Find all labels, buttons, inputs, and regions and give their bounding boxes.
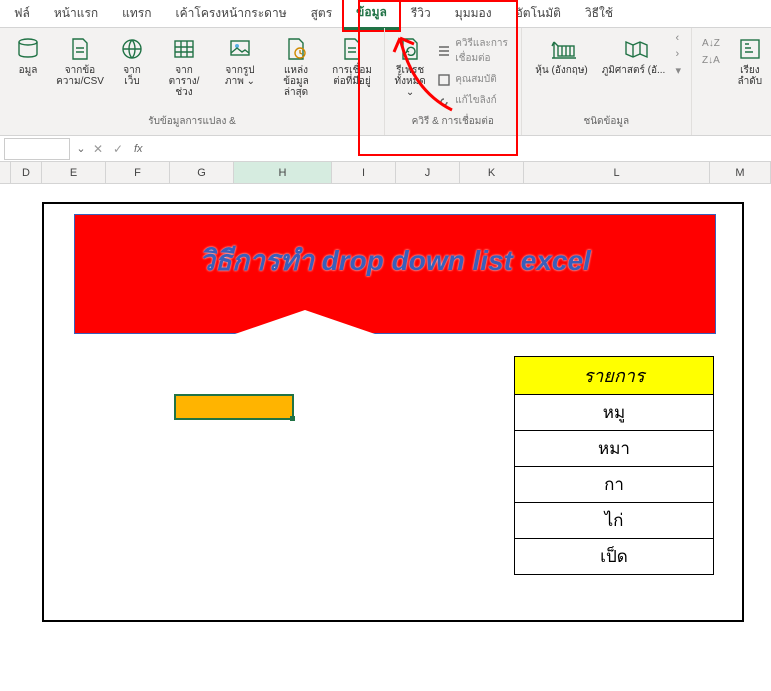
tab-insert[interactable]: แทรก: [110, 0, 163, 28]
table-row[interactable]: กา: [515, 467, 714, 503]
col-f[interactable]: F: [106, 162, 170, 183]
group-label-queries: ควิรี & การเชื่อมต่อ: [412, 112, 494, 131]
get-data-button[interactable]: อมูล: [6, 32, 50, 79]
table-icon: [170, 35, 198, 63]
globe-icon: [118, 35, 146, 63]
group-data-types: หุ้น (อังกฤษ) ภูมิศาสตร์ (อั... ‹ › ▾ ชน…: [522, 28, 693, 135]
existing-connections-button[interactable]: การเชื่อมต่อที่มีอยู่: [326, 32, 378, 90]
col-e[interactable]: E: [42, 162, 106, 183]
table-row[interactable]: ไก่: [515, 503, 714, 539]
refresh-all-button[interactable]: รีเฟรชทั้งหมด ⌄: [391, 32, 429, 101]
formula-bar: ⌄ ✕ ✓ fx: [0, 136, 771, 162]
from-table-button[interactable]: จากตาราง/ช่วง: [158, 32, 210, 101]
page-border: วิธีการทํา drop down list excel รายการ ห…: [42, 202, 744, 622]
data-table: รายการ หมู หมา กา ไก่ เป็ด: [514, 356, 714, 575]
from-web-button[interactable]: จากเว็บ: [110, 32, 154, 90]
tab-automate[interactable]: อัตโนมัติ: [504, 0, 573, 28]
name-box[interactable]: [4, 138, 70, 160]
group-queries: รีเฟรชทั้งหมด ⌄ ควิรีและการเชื่อมต่อ คุณ…: [385, 28, 522, 135]
banner-text: วิธีการทํา drop down list excel: [75, 239, 715, 283]
file-text-icon: [66, 35, 94, 63]
recent-sources-button[interactable]: แหล่งข้อมูลล่าสุด: [270, 32, 322, 101]
geography-button[interactable]: ภูมิศาสตร์ (อั...: [600, 32, 668, 79]
properties-button[interactable]: คุณสมบัติ: [433, 70, 514, 89]
sort-za-button[interactable]: Z↓A: [698, 53, 724, 68]
table-row[interactable]: หมา: [515, 431, 714, 467]
sort-icon: [736, 35, 764, 63]
group-sort: A↓Z Z↓A เรียงลำดับ: [692, 28, 771, 135]
chevron-right-icon[interactable]: ›: [676, 48, 682, 60]
col-m[interactable]: M: [710, 162, 771, 183]
column-headers: D E F G H I J K L M: [0, 162, 771, 184]
col-partial[interactable]: [0, 162, 11, 183]
cancel-formula-button[interactable]: ✕: [88, 142, 108, 156]
sort-az-button[interactable]: A↓Z: [698, 36, 724, 51]
col-i[interactable]: I: [332, 162, 396, 183]
ribbon: อมูล จากข้อความ/CSV จากเว็บ จากตาราง/ช่ว…: [0, 28, 771, 136]
stocks-button[interactable]: หุ้น (อังกฤษ): [528, 32, 596, 79]
link-icon: [437, 94, 451, 108]
col-k[interactable]: K: [460, 162, 524, 183]
map-icon: [620, 35, 648, 63]
image-icon: [226, 35, 254, 63]
from-text-csv-button[interactable]: จากข้อความ/CSV: [54, 32, 106, 90]
recent-icon: [282, 35, 310, 63]
col-g[interactable]: G: [170, 162, 234, 183]
sort-button[interactable]: เรียงลำดับ: [728, 32, 771, 90]
tab-view[interactable]: มุมมอง: [443, 0, 504, 28]
properties-icon: [437, 73, 451, 87]
tab-layout[interactable]: เค้าโครงหน้ากระดาษ: [164, 0, 299, 28]
col-h[interactable]: H: [234, 162, 332, 183]
table-header[interactable]: รายการ: [515, 357, 714, 395]
stocks-icon: [548, 35, 576, 63]
formula-input[interactable]: [149, 138, 771, 160]
banner-notch: [235, 310, 375, 334]
refresh-icon: [396, 35, 424, 63]
queries-connections-button[interactable]: ควิรีและการเชื่อมต่อ: [433, 34, 514, 68]
sort-az-icon: A↓Z: [702, 38, 720, 49]
group-label-get-transform: รับข้อมูลการแปลง &: [148, 112, 236, 131]
selected-cell[interactable]: [174, 394, 294, 420]
col-j[interactable]: J: [396, 162, 460, 183]
group-get-transform: อมูล จากข้อความ/CSV จากเว็บ จากตาราง/ช่ว…: [0, 28, 385, 135]
tab-review[interactable]: รีวิว: [399, 0, 443, 28]
title-banner: วิธีการทํา drop down list excel: [74, 214, 716, 334]
accept-formula-button[interactable]: ✓: [108, 142, 128, 156]
tab-file[interactable]: ฟล์: [2, 0, 42, 28]
table-row[interactable]: เป็ด: [515, 539, 714, 575]
chevron-left-icon[interactable]: ‹: [676, 32, 682, 44]
connection-icon: [338, 35, 366, 63]
sort-za-icon: Z↓A: [702, 55, 720, 66]
list-icon: [437, 44, 451, 58]
table-row[interactable]: หมู: [515, 395, 714, 431]
tab-formulas[interactable]: สูตร: [299, 0, 345, 28]
tab-help[interactable]: วิธีใช้: [573, 0, 625, 28]
worksheet[interactable]: วิธีการทํา drop down list excel รายการ ห…: [0, 184, 771, 691]
col-l[interactable]: L: [524, 162, 710, 183]
name-box-dropdown[interactable]: ⌄: [74, 142, 88, 155]
fx-icon[interactable]: fx: [128, 143, 149, 155]
tab-home[interactable]: หน้าแรก: [42, 0, 110, 28]
edit-links-button[interactable]: แก้ไขลิงก์: [433, 91, 514, 110]
tab-data[interactable]: ข้อมูล: [344, 0, 399, 30]
database-icon: [14, 35, 42, 63]
ribbon-tabs: ฟล์ หน้าแรก แทรก เค้าโครงหน้ากระดาษ สูตร…: [0, 0, 771, 28]
col-d[interactable]: D: [11, 162, 42, 183]
from-picture-button[interactable]: จากรูปภาพ ⌄: [214, 32, 266, 90]
more-icon[interactable]: ▾: [676, 64, 682, 77]
group-label-data-types: ชนิดข้อมูล: [583, 112, 629, 131]
